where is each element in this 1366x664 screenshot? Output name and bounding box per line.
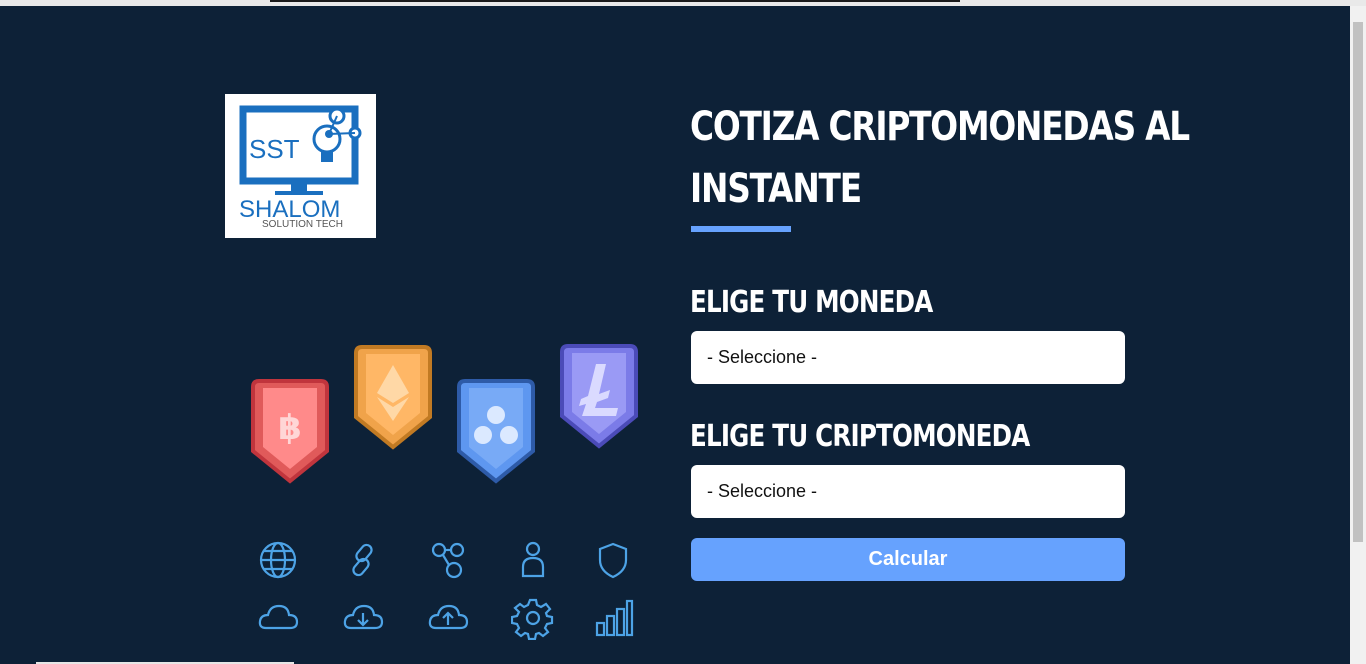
lightbulb-icon	[312, 124, 342, 154]
bar-chart-icon	[595, 599, 634, 637]
link-icon	[352, 543, 373, 577]
browser-tab-strip	[270, 0, 960, 2]
currency-label: Elige tu Moneda	[690, 285, 933, 320]
feature-icons-grid	[253, 538, 653, 648]
currency-select[interactable]: - Seleccione -	[691, 331, 1125, 384]
shield-icon	[598, 542, 628, 579]
logo-tagline: SOLUTION TECH	[262, 219, 343, 230]
user-icon	[521, 541, 545, 578]
crypto-select[interactable]: - Seleccione -	[691, 465, 1125, 518]
cloud-download-icon	[343, 604, 384, 630]
crypto-badges-illustration: ฿	[251, 344, 638, 484]
litecoin-icon	[560, 344, 638, 449]
crypto-label: Elige tu Criptomoneda	[690, 419, 1030, 454]
ripple-icon	[457, 379, 535, 484]
gear-icon	[511, 598, 554, 640]
cloud-icon	[258, 604, 299, 630]
cloud-upload-icon	[428, 604, 469, 630]
ethereum-icon	[354, 345, 432, 450]
scrollbar-thumb[interactable]	[1353, 22, 1363, 542]
title-underline	[691, 226, 791, 232]
network-icon	[431, 542, 465, 579]
page-title: Cotiza Criptomonedas al Instante	[690, 104, 1190, 212]
vertical-scrollbar[interactable]	[1350, 6, 1366, 664]
logo-initials: SST	[249, 134, 300, 164]
browser-top-bar	[0, 0, 1366, 6]
bitcoin-icon: ฿	[251, 379, 329, 484]
svg-text:฿: ฿	[278, 408, 302, 448]
company-logo: SST SHALOM SOLUTION TECH	[225, 94, 376, 238]
calculate-button[interactable]: Calcular	[691, 538, 1125, 581]
globe-icon	[259, 541, 297, 579]
